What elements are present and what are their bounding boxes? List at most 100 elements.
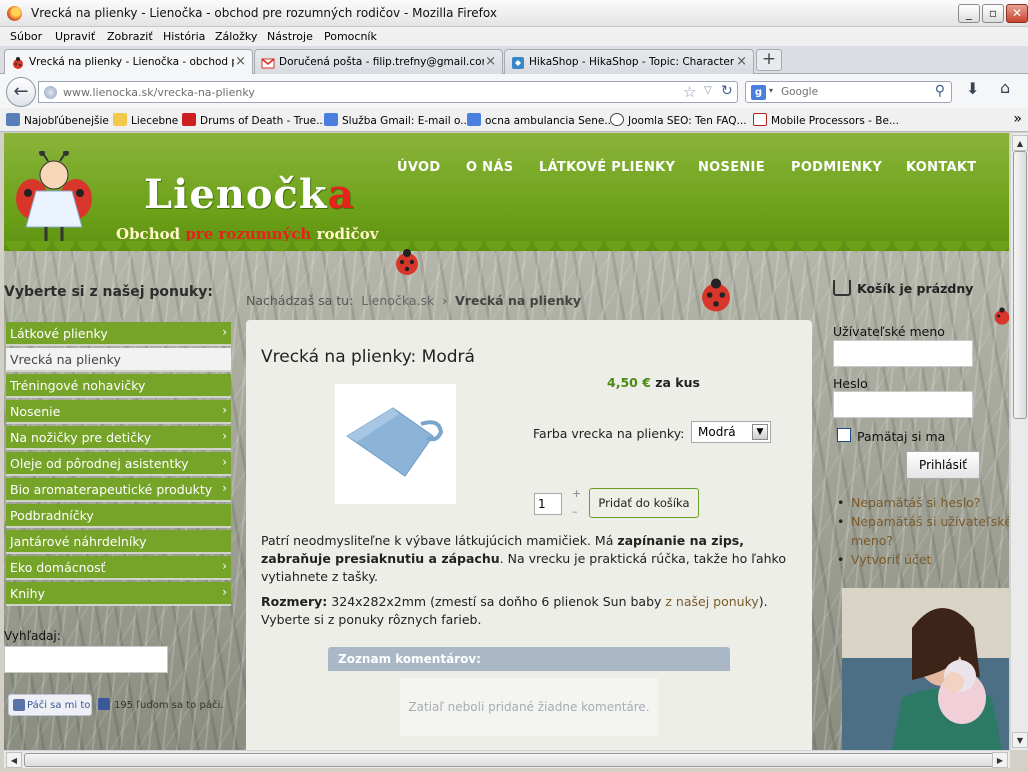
- downloads-icon[interactable]: ⬇: [966, 79, 979, 98]
- menu-help[interactable]: Pomocník: [324, 30, 377, 43]
- sidebar-item-label: Jantárové náhrdelníky: [10, 534, 147, 549]
- breadcrumb-current: Vrecká na plienky: [455, 293, 582, 308]
- sidebar-item-na-nozicky[interactable]: Na nožičky pre detičky ›: [6, 426, 231, 450]
- quantity-increase-button[interactable]: +: [572, 487, 581, 500]
- sidebar-item-jantarove[interactable]: Jantárové náhrdelníky: [6, 530, 231, 554]
- menu-history[interactable]: História: [163, 30, 205, 43]
- horizontal-scrollbar[interactable]: ◀ ▶: [4, 750, 1010, 768]
- tab-label: HikaShop - HikaShop - Topic: Characteris…: [529, 56, 734, 68]
- reload-icon[interactable]: ↻: [721, 83, 733, 99]
- dimensions-label: Rozmery:: [261, 594, 328, 609]
- sidebar-item-label: Látkové plienky: [10, 326, 108, 341]
- quantity-decrease-button[interactable]: –: [572, 505, 578, 518]
- breadcrumb-home-link[interactable]: Lienočka.sk: [361, 293, 434, 308]
- vertical-scrollbar[interactable]: ▲ ▼: [1010, 133, 1028, 750]
- sidebar-item-podbradnicky[interactable]: Podbradníčky: [6, 504, 231, 528]
- bookmark-item[interactable]: Liecebne: [113, 113, 178, 127]
- bookmark-item[interactable]: Najobľúbenejšie: [6, 113, 109, 127]
- offer-link[interactable]: z našej ponuky: [665, 594, 758, 609]
- sidebar-item-latkove-plienky[interactable]: Látkové plienky ›: [6, 322, 231, 346]
- cart-status[interactable]: Košík je prázdny: [833, 280, 973, 296]
- scroll-right-icon[interactable]: ▶: [992, 752, 1008, 768]
- product-image[interactable]: [335, 384, 456, 504]
- nav-o-nas[interactable]: O NÁS: [466, 160, 513, 175]
- bookmark-item[interactable]: Mobile Processors - Be...: [753, 113, 899, 127]
- bookmark-label: Liecebne: [131, 115, 179, 127]
- new-tab-button[interactable]: +: [756, 49, 782, 71]
- menu-view[interactable]: Zobraziť: [107, 30, 153, 43]
- bookmark-item[interactable]: Drums of Death - True...: [182, 113, 326, 127]
- tab-close-icon[interactable]: ×: [485, 54, 496, 69]
- site-logo[interactable]: Lienočka: [144, 171, 355, 218]
- search-icon[interactable]: ⚲: [935, 83, 945, 99]
- folder-icon: [113, 113, 127, 126]
- bookmarks-overflow-icon[interactable]: »: [1013, 111, 1022, 127]
- menu-bookmarks[interactable]: Záložky: [215, 30, 257, 43]
- maximize-button[interactable]: ▫: [982, 4, 1004, 23]
- bookmark-item[interactable]: Služba Gmail: E-mail o...: [324, 113, 470, 127]
- create-account-link[interactable]: Vytvoriť účet: [835, 550, 1009, 569]
- sidebar-item-oleje[interactable]: Oleje od pôrodnej asistentky ›: [6, 452, 231, 476]
- home-icon[interactable]: ⌂: [1000, 78, 1010, 97]
- close-window-button[interactable]: ✕: [1006, 4, 1028, 23]
- bookmarks-folder-icon: [6, 113, 20, 126]
- history-dropdown-icon[interactable]: ▽: [704, 85, 712, 96]
- nav-podmienky[interactable]: PODMIENKY: [791, 160, 882, 175]
- scroll-down-icon[interactable]: ▼: [1012, 732, 1028, 748]
- facebook-like-button[interactable]: Páči sa mi to: [8, 694, 92, 716]
- search-bar[interactable]: g ▾ Google ⚲: [745, 81, 952, 103]
- username-input[interactable]: [833, 340, 973, 367]
- tab-gmail[interactable]: Doručená pošta - filip.trefny@gmail.com …: [254, 49, 503, 74]
- price-unit: za kus: [655, 375, 700, 390]
- sidebar-item-knihy[interactable]: Knihy ›: [6, 582, 231, 606]
- breadcrumb: Nachádzaš sa tu: Lienočka.sk › Vrecká na…: [246, 293, 581, 308]
- nav-uvod[interactable]: ÚVOD: [397, 160, 440, 175]
- color-option-label: Farba vrecka na plienky:: [533, 426, 685, 441]
- scroll-left-icon[interactable]: ◀: [6, 752, 22, 768]
- url-bar[interactable]: www.lienocka.sk/vrecka-na-plienky ☆ ▽ ↻: [38, 81, 738, 103]
- thumbs-up-icon: [13, 699, 25, 711]
- login-button[interactable]: Prihlásiť: [906, 451, 980, 479]
- sidebar-item-vrecka-na-plienky[interactable]: Vrecká na plienky: [6, 348, 231, 372]
- scroll-up-icon[interactable]: ▲: [1012, 135, 1028, 151]
- tab-lienocka[interactable]: Vrecká na plienky - Lienočka - obchod pr…: [4, 49, 253, 75]
- tab-label: Doručená pošta - filip.trefny@gmail.com …: [279, 56, 484, 68]
- nav-latkove-plienky[interactable]: LÁTKOVÉ PLIENKY: [539, 160, 675, 175]
- tab-close-icon[interactable]: ×: [736, 54, 747, 69]
- bookmark-item[interactable]: ocna ambulancia Sene...: [467, 113, 614, 127]
- forgot-password-link[interactable]: Nepamätáš si heslo?: [835, 493, 1009, 512]
- menu-tools[interactable]: Nástroje: [267, 30, 313, 43]
- nav-kontakt[interactable]: KONTAKT: [906, 160, 976, 175]
- sidebar-item-label: Tréningové nohavičky: [10, 378, 146, 393]
- product-panel: Vrecká na plienky: Modrá 4,50 € za kus F…: [246, 320, 812, 750]
- engine-dropdown-icon[interactable]: ▾: [769, 86, 773, 95]
- bookmark-star-icon[interactable]: ☆: [683, 83, 696, 101]
- site-search-input[interactable]: [4, 646, 168, 673]
- menu-file[interactable]: Súbor: [10, 30, 42, 43]
- sidebar-item-label: Eko domácnosť: [10, 560, 106, 575]
- horizontal-scroll-thumb[interactable]: [24, 753, 998, 767]
- minimize-button[interactable]: _: [958, 4, 980, 23]
- bookmark-item[interactable]: Joomla SEO: Ten FAQ...: [610, 113, 747, 127]
- forgot-username-link[interactable]: Nepamätáš si užívateľské meno?: [835, 512, 1009, 550]
- google-icon[interactable]: g: [751, 85, 766, 100]
- quantity-input[interactable]: 1: [534, 493, 562, 515]
- bookmark-label: Služba Gmail: E-mail o...: [342, 115, 471, 127]
- remember-me-checkbox[interactable]: [837, 428, 851, 442]
- sidebar-item-eko-domacnost[interactable]: Eko domácnosť ›: [6, 556, 231, 580]
- sidebar-item-label: Podbradníčky: [10, 508, 94, 523]
- menu-edit[interactable]: Upraviť: [55, 30, 95, 43]
- add-to-cart-button[interactable]: Pridať do košíka: [589, 488, 699, 518]
- tab-hikashop[interactable]: HikaShop - HikaShop - Topic: Characteris…: [504, 49, 754, 74]
- sidebar-item-nosenie[interactable]: Nosenie ›: [6, 400, 231, 424]
- sidebar-item-label: Knihy: [10, 586, 45, 601]
- vertical-scroll-thumb[interactable]: [1013, 151, 1027, 419]
- tab-close-icon[interactable]: ×: [235, 54, 246, 69]
- color-select[interactable]: Modrá ▼: [691, 421, 771, 443]
- password-input[interactable]: [833, 391, 973, 418]
- nav-nosenie[interactable]: NOSENIE: [698, 160, 765, 175]
- sidebar-item-treningove-nohavicky[interactable]: Tréningové nohavičky: [6, 374, 231, 398]
- back-button[interactable]: ←: [6, 77, 36, 107]
- bookmark-label: Joomla SEO: Ten FAQ...: [628, 115, 747, 127]
- sidebar-item-bio-aroma[interactable]: Bio aromaterapeutické produkty ›: [6, 478, 231, 502]
